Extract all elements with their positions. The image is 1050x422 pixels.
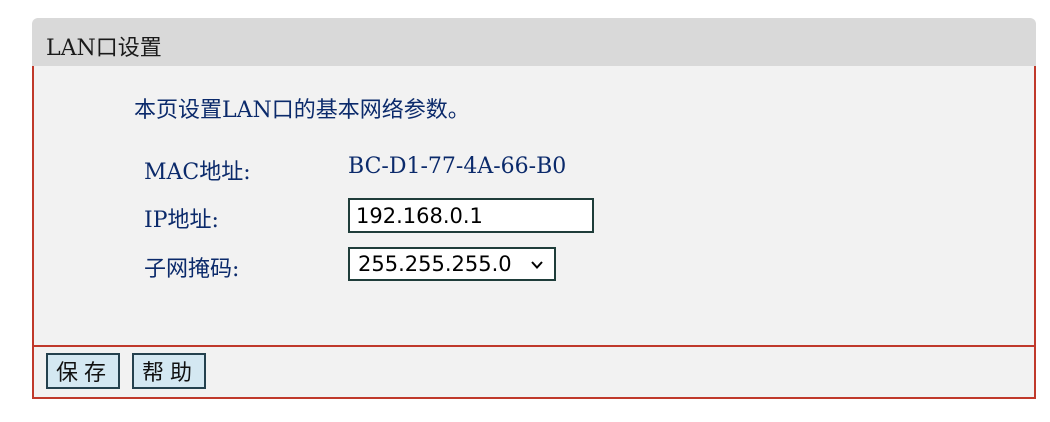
chevron-down-icon [531, 261, 543, 269]
intro-text: 本页设置LAN口的基本网络参数。 [134, 98, 470, 123]
subnet-mask-select[interactable]: 255.255.255.0 [348, 247, 556, 281]
subnet-mask-label: 子网掩码: [144, 257, 240, 282]
subnet-mask-selected-value: 255.255.255.0 [358, 252, 512, 276]
panel-header: LAN口设置 [32, 18, 1036, 66]
save-button[interactable]: 保存 [46, 353, 120, 389]
panel-footer: 保存 帮助 [32, 347, 1036, 399]
mac-label: MAC地址: [144, 160, 251, 185]
mac-value: BC-D1-77-4A-66-B0 [348, 154, 567, 179]
ip-address-input[interactable] [348, 198, 594, 233]
help-button[interactable]: 帮助 [132, 353, 206, 389]
panel-body: 本页设置LAN口的基本网络参数。 MAC地址: BC-D1-77-4A-66-B… [32, 66, 1036, 347]
ip-label: IP地址: [144, 208, 219, 233]
lan-settings-panel: LAN口设置 本页设置LAN口的基本网络参数。 MAC地址: BC-D1-77-… [32, 18, 1036, 399]
panel-title: LAN口设置 [46, 36, 162, 61]
